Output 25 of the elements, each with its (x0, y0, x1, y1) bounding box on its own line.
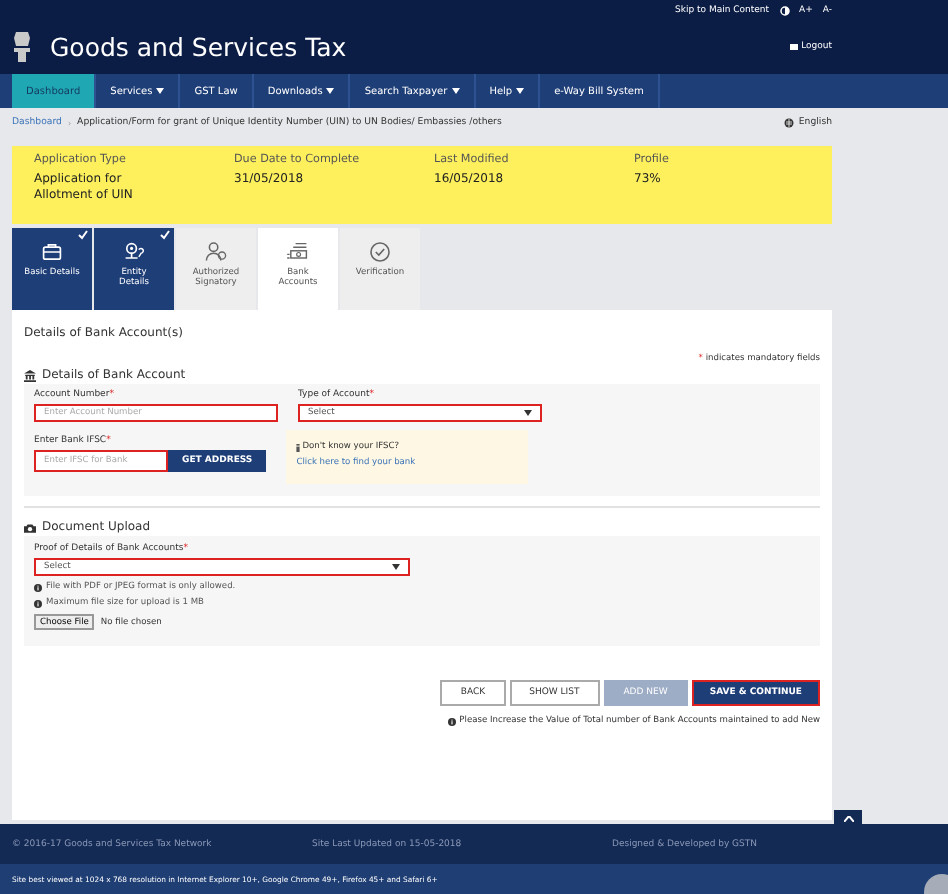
scroll-up-button[interactable] (834, 810, 862, 826)
briefcase-icon (40, 240, 64, 264)
contrast-icon[interactable] (779, 5, 790, 15)
caret-icon[interactable] (524, 410, 532, 416)
caret-icon[interactable] (392, 564, 400, 570)
caret-icon[interactable] (516, 88, 525, 94)
info-icon (296, 444, 301, 453)
info-icon (34, 599, 42, 607)
caret-icon[interactable] (326, 88, 335, 94)
site-title: Goods and Services Tax (50, 32, 349, 62)
globe-icon[interactable] (784, 117, 795, 127)
chevron-up-icon[interactable] (843, 815, 853, 821)
person-icon (204, 240, 228, 264)
emblem-icon (12, 30, 32, 64)
check-icon (160, 230, 170, 240)
money-icon (286, 240, 310, 264)
caret-icon[interactable] (451, 88, 460, 94)
info-icon (34, 583, 42, 591)
info-icon (447, 717, 456, 725)
check-icon (78, 230, 88, 240)
location-icon (122, 240, 146, 264)
caret-icon[interactable] (156, 88, 165, 94)
logout-icon[interactable] (789, 44, 798, 50)
bank-icon (24, 369, 36, 381)
check-circle-icon (368, 240, 392, 264)
